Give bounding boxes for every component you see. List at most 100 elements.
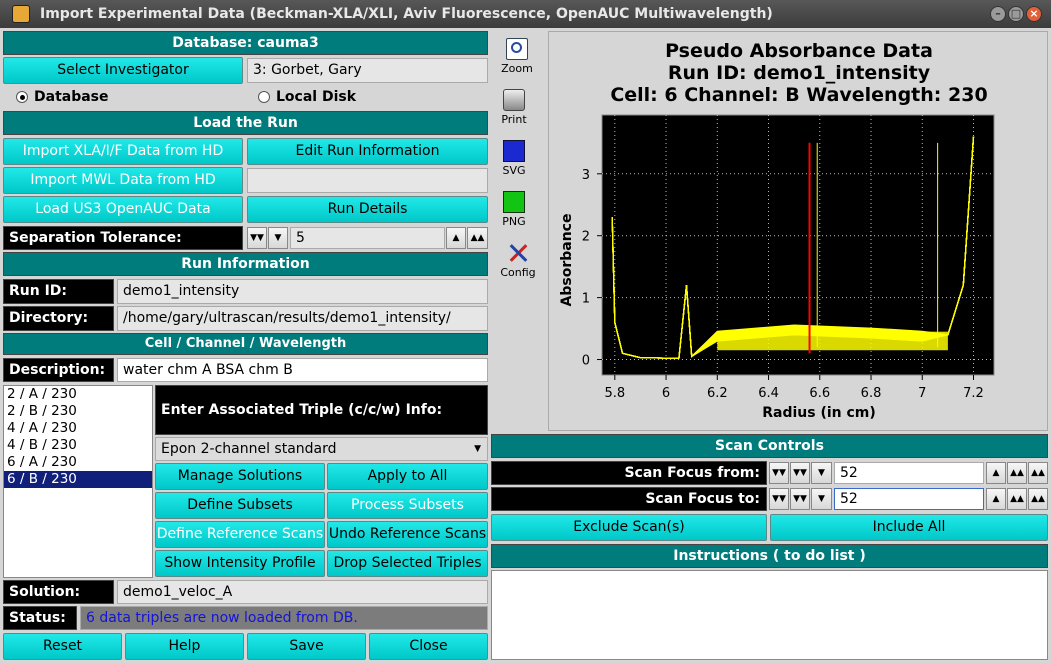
x-tick-label: 6.6 (809, 386, 830, 401)
x-axis-label: Radius (in cm) (762, 405, 876, 421)
y-tick-label: 3 (582, 168, 590, 183)
page-up-icon[interactable]: ▲▲ (467, 227, 488, 249)
define-subsets-button[interactable]: Define Subsets (155, 492, 325, 519)
list-item[interactable]: 2 / A / 230 (4, 386, 152, 403)
import-mwl-button[interactable]: Import MWL Data from HD (3, 167, 243, 194)
page-down-icon[interactable]: ▼▼ (247, 227, 267, 249)
define-reference-scans-button[interactable]: Define Reference Scans (155, 521, 325, 548)
x-tick-label: 7 (918, 386, 926, 401)
from-step-up-icon[interactable]: ▲ (986, 462, 1006, 484)
to-page-down-icon[interactable]: ▼▼ (769, 488, 789, 510)
from-fast-up-icon[interactable]: ▲▲ (1007, 462, 1027, 484)
tools-icon (507, 242, 529, 264)
run-id-label: Run ID: (3, 279, 114, 304)
triple-list[interactable]: 2 / A / 230 2 / B / 230 4 / A / 230 4 / B /… (3, 385, 153, 578)
directory-field: /home/gary/ultrascan/results/demo1_inten… (117, 306, 488, 331)
app-icon (12, 5, 30, 23)
instructions-textarea[interactable] (491, 570, 1048, 660)
y-axis-label: Absorbance (559, 214, 575, 307)
to-fast-down-icon[interactable]: ▼▼ (790, 488, 810, 510)
list-item[interactable]: 2 / B / 230 (4, 403, 152, 420)
edit-run-info-button[interactable]: Edit Run Information (247, 138, 488, 165)
svg-label: SVG (502, 164, 526, 177)
list-item[interactable]: 6 / A / 230 (4, 454, 152, 471)
list-item[interactable]: 4 / B / 230 (4, 437, 152, 454)
zoom-label: Zoom (501, 62, 533, 75)
load-run-header: Load the Run (3, 111, 488, 135)
list-item[interactable]: 4 / A / 230 (4, 420, 152, 437)
maximize-icon[interactable]: □ (1008, 6, 1024, 22)
radio-database-label: Database (34, 89, 109, 105)
process-subsets-button[interactable]: Process Subsets (327, 492, 488, 519)
scan-controls-header: Scan Controls (491, 434, 1048, 458)
save-button[interactable]: Save (247, 633, 366, 660)
zoom-tool[interactable]: Zoom (497, 38, 537, 75)
step-down-icon[interactable]: ▼ (268, 227, 288, 249)
show-intensity-profile-button[interactable]: Show Intensity Profile (155, 550, 325, 577)
x-tick-label: 5.8 (604, 386, 625, 401)
run-details-button[interactable]: Run Details (247, 196, 488, 223)
x-tick-label: 6.2 (707, 386, 728, 401)
load-us3-button[interactable]: Load US3 OpenAUC Data (3, 196, 243, 223)
to-fast-up-icon[interactable]: ▲▲ (1007, 488, 1027, 510)
close-button[interactable]: Close (369, 633, 488, 660)
centerpiece-value: Epon 2-channel standard (161, 441, 337, 457)
x-tick-label: 6.8 (861, 386, 882, 401)
undo-reference-scans-button[interactable]: Undo Reference Scans (327, 521, 488, 548)
print-tool[interactable]: Print (494, 89, 534, 126)
png-label: PNG (502, 215, 526, 228)
y-tick-label: 1 (582, 292, 590, 307)
x-tick-label: 6 (662, 386, 670, 401)
scan-focus-from-label: Scan Focus from: (491, 461, 767, 485)
step-up-icon[interactable]: ▲ (446, 227, 466, 249)
scan-focus-to-input[interactable]: 52 (834, 488, 984, 510)
status-label: Status: (3, 606, 77, 630)
investigator-field: 3: Gorbet, Gary (247, 58, 488, 83)
apply-to-all-button[interactable]: Apply to All (327, 463, 488, 490)
from-fast-down-icon[interactable]: ▼▼ (790, 462, 810, 484)
mwl-field (247, 168, 488, 193)
description-label: Description: (3, 358, 114, 382)
assoc-triple-label: Enter Associated Triple (c/c/w) Info: (155, 385, 488, 435)
print-label: Print (501, 113, 527, 126)
from-page-down-icon[interactable]: ▼▼ (769, 462, 789, 484)
png-icon (503, 191, 525, 213)
close-icon[interactable]: × (1026, 6, 1042, 22)
exclude-scans-button[interactable]: Exclude Scan(s) (491, 514, 767, 541)
y-tick-label: 2 (582, 230, 590, 245)
manage-solutions-button[interactable]: Manage Solutions (155, 463, 325, 490)
description-input[interactable]: water chm A BSA chm B (117, 358, 488, 382)
ccw-header: Cell / Channel / Wavelength (3, 333, 488, 355)
separation-tolerance-value[interactable]: 5 (290, 227, 445, 249)
radio-database[interactable]: Database (16, 88, 109, 106)
from-step-down-icon[interactable]: ▼ (811, 462, 832, 484)
to-step-down-icon[interactable]: ▼ (811, 488, 832, 510)
printer-icon (503, 89, 525, 111)
select-investigator-button[interactable]: Select Investigator (3, 57, 243, 84)
to-page-up-icon[interactable]: ▲▲ (1028, 488, 1048, 510)
zoom-icon (506, 38, 528, 60)
radio-local-label: Local Disk (276, 89, 357, 105)
reset-button[interactable]: Reset (3, 633, 122, 660)
run-info-header: Run Information (3, 252, 488, 276)
solution-label: Solution: (3, 580, 114, 604)
from-page-up-icon[interactable]: ▲▲ (1028, 462, 1048, 484)
drop-selected-triples-button[interactable]: Drop Selected Triples (327, 550, 488, 577)
png-tool[interactable]: PNG (494, 191, 534, 228)
directory-label: Directory: (3, 306, 114, 331)
centerpiece-select[interactable]: Epon 2-channel standard ▼ (155, 437, 488, 461)
to-step-up-icon[interactable]: ▲ (986, 488, 1006, 510)
scan-focus-from-input[interactable]: 52 (834, 462, 984, 484)
include-all-button[interactable]: Include All (770, 514, 1048, 541)
chevron-down-icon: ▼ (474, 444, 481, 454)
absorbance-chart[interactable]: 5.8 6 6.2 6.4 6.6 6.8 7 7.2 0 1 2 3 Absorbance Radiu… (549, 32, 1049, 432)
svg-tool[interactable]: SVG (494, 140, 534, 177)
import-xla-button[interactable]: Import XLA/I/F Data from HD (3, 138, 243, 165)
radio-local-disk[interactable]: Local Disk (258, 88, 356, 106)
config-tool[interactable]: Config (498, 242, 538, 279)
plot-panel: Pseudo Absorbance Data Run ID: demo1_int… (548, 31, 1048, 431)
title-bar: Import Experimental Data (Beckman-XLA/XL… (0, 0, 1051, 28)
help-button[interactable]: Help (125, 633, 244, 660)
list-item[interactable]: 6 / B / 230 (4, 471, 152, 488)
minimize-icon[interactable]: – (990, 6, 1006, 22)
